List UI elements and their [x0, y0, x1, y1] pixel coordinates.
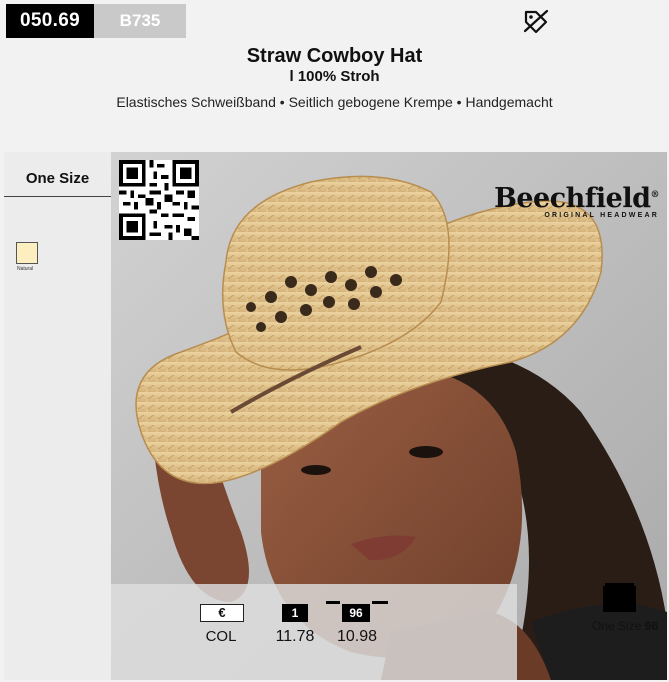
price-panel: € COL 1 11.78 96 10.98 [111, 584, 517, 680]
color-swatch-natural [16, 242, 38, 264]
size-label: One Size [25, 170, 90, 187]
price-tier-qty: 96 [342, 604, 370, 622]
price-tier-qty: 1 [282, 604, 308, 622]
carton-icon [603, 586, 636, 612]
price-tag-crossed-icon [523, 9, 549, 34]
carton-size: One Size [591, 619, 642, 633]
qr-code [119, 160, 199, 240]
currency-box: € [200, 604, 244, 622]
color-swatch-label: Natural [17, 266, 34, 272]
product-header: Straw Cowboy Hat l 100% Stroh Elastische… [0, 44, 669, 112]
article-number: 050.69 [6, 4, 94, 38]
brand-logo: Beechfield® ORIGINAL HEADWEAR [494, 182, 659, 220]
size-color-column: One Size Natural [4, 152, 111, 680]
product-material: l 100% Stroh [289, 68, 380, 85]
price-tier-price: 10.98 [336, 628, 378, 645]
qty-bracket-left [326, 601, 340, 604]
carton-label: One Size 96 [583, 619, 667, 633]
size-divider [4, 196, 111, 197]
brand-code: B735 [94, 4, 186, 38]
catalog-page: 050.69 B735 Straw Cowboy Hat l 100% Stro… [0, 0, 669, 682]
carton-qty: 96 [644, 619, 659, 633]
brand-name: Beechfield [494, 183, 651, 214]
product-photo: Beechfield® ORIGINAL HEADWEAR € COL 1 11… [111, 152, 667, 680]
price-tier-price: 11.78 [275, 628, 315, 645]
qty-bracket-right [372, 601, 388, 604]
product-features: Elastisches Schweißband • Seitlich gebog… [116, 94, 553, 110]
registered-mark: ® [650, 190, 660, 200]
product-title: Straw Cowboy Hat [246, 45, 423, 67]
col-label: COL [205, 628, 237, 645]
